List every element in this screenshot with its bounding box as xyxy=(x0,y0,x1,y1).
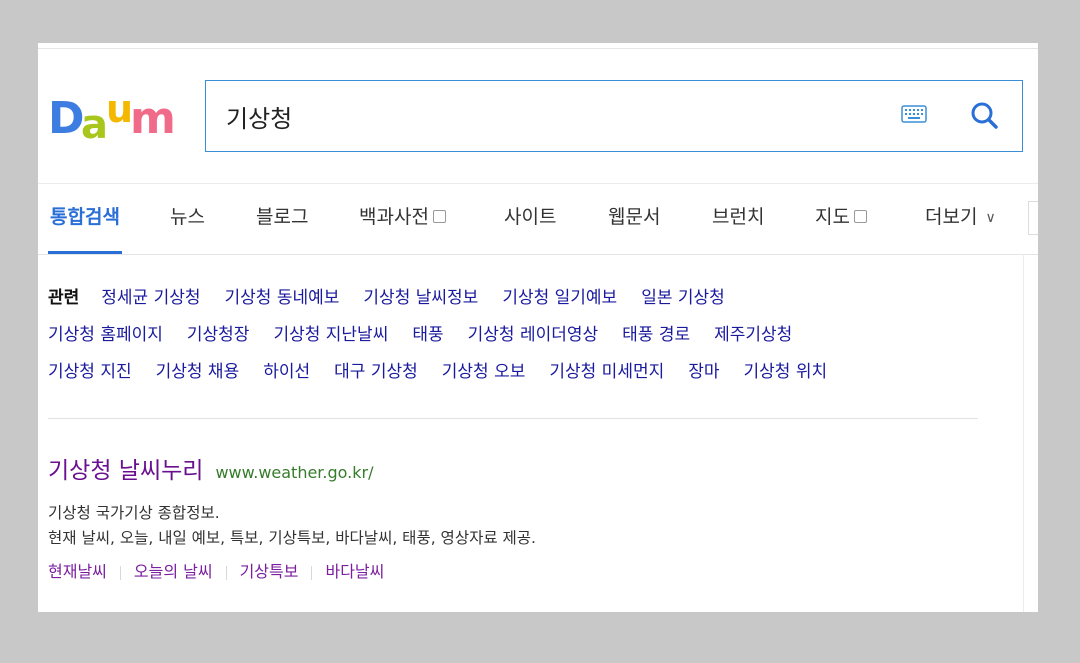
related-label: 관련 xyxy=(48,288,80,308)
tab-encyclopedia[interactable]: 백과사전 xyxy=(359,184,446,253)
tab-label: 백과사전 xyxy=(359,206,429,228)
tab-label: 통합검색 xyxy=(50,206,120,228)
result-sublinks: 현재날씨 오늘의 날씨 기상특보 바다날씨 xyxy=(48,558,948,582)
related-link[interactable]: 하이선 xyxy=(263,362,310,382)
checkbox-icon xyxy=(432,209,446,223)
related-link[interactable]: 기상청장 xyxy=(187,325,250,345)
logo-letter-m: m xyxy=(130,93,176,144)
tab-brunch[interactable]: 브런치 xyxy=(712,184,764,253)
checkbox-icon xyxy=(853,209,867,223)
related-link[interactable]: 기상청 지난날씨 xyxy=(273,325,388,345)
search-result: 기상청 날씨누리 www.weather.go.kr/ 기상청 국가기상 종합정보… xyxy=(48,451,948,582)
search-tabs: 통합검색 뉴스 블로그 백과사전 사이트 웹문서 브런치 지도 더보기 ∨ xyxy=(38,183,1038,255)
related-link[interactable]: 기상청 오보 xyxy=(442,362,526,382)
tab-label: 더보기 xyxy=(925,206,978,228)
result-title-link[interactable]: 기상청 날씨누리 xyxy=(48,458,203,484)
result-desc-line: 현재 날씨, 오늘, 내일 예보, 특보, 기상특보, 바다날씨, 태풍, 영상… xyxy=(48,529,536,547)
tab-label: 뉴스 xyxy=(170,206,205,228)
related-link[interactable]: 기상청 위치 xyxy=(744,362,828,382)
related-link[interactable]: 기상청 홈페이지 xyxy=(48,325,163,345)
tab-map[interactable]: 지도 xyxy=(815,184,867,253)
related-row: 기상청 홈페이지 기상청장 기상청 지난날씨 태풍 기상청 레이더영상 태풍 경로 제주기상… xyxy=(48,324,988,361)
tab-webdoc[interactable]: 웹문서 xyxy=(608,184,660,253)
sublink-marine-weather[interactable]: 바다날씨 xyxy=(325,562,384,581)
related-link[interactable]: 기상청 채용 xyxy=(156,362,240,382)
sublink-separator xyxy=(119,565,121,580)
tab-label: 블로그 xyxy=(256,206,309,228)
top-rule xyxy=(38,48,1038,49)
related-row: 관련 정세균 기상청 기상청 동네예보 기상청 날씨정보 기상청 일기예보 일본 기상청 xyxy=(48,287,988,324)
tab-label: 브런치 xyxy=(712,206,765,228)
related-link[interactable]: 정세균 기상청 xyxy=(101,288,200,308)
related-link[interactable]: 기상청 지진 xyxy=(48,362,132,382)
sublink-weather-alert[interactable]: 기상특보 xyxy=(240,562,299,581)
sublink-today-weather[interactable]: 오늘의 날씨 xyxy=(134,562,213,581)
related-link[interactable]: 기상청 미세먼지 xyxy=(549,362,664,382)
related-link[interactable]: 태풍 xyxy=(412,325,443,345)
tab-site[interactable]: 사이트 xyxy=(504,184,556,253)
related-searches: 관련 정세균 기상청 기상청 동네예보 기상청 날씨정보 기상청 일기예보 일본 기상청 … xyxy=(48,287,988,398)
related-row: 기상청 지진 기상청 채용 하이선 대구 기상청 기상청 오보 기상청 미세먼지 장마 기상청… xyxy=(48,361,988,398)
result-description: 기상청 국가기상 종합정보. 현재 날씨, 오늘, 내일 예보, 특보, 기상특… xyxy=(48,501,948,551)
search-page: D a u m 통합검색 뉴스 블로그 백 xyxy=(38,43,1038,612)
related-link[interactable]: 기상청 동네예보 xyxy=(225,288,340,308)
keyboard-icon[interactable] xyxy=(901,105,927,127)
related-link[interactable]: 태풍 경로 xyxy=(622,325,690,345)
tab-integrated[interactable]: 통합검색 xyxy=(48,184,122,254)
tab-label: 사이트 xyxy=(504,206,557,228)
content-right-rule xyxy=(1023,254,1024,612)
result-desc-line: 기상청 국가기상 종합정보. xyxy=(48,504,220,522)
search-box xyxy=(205,80,1023,152)
tab-label: 웹문서 xyxy=(608,206,661,228)
search-icon xyxy=(971,102,998,129)
related-link[interactable]: 기상청 일기예보 xyxy=(502,288,617,308)
result-url-link[interactable]: www.weather.go.kr/ xyxy=(215,463,373,482)
related-link[interactable]: 장마 xyxy=(688,362,719,382)
chevron-down-icon: ∨ xyxy=(985,209,996,226)
logo-letter-d: D xyxy=(48,93,85,144)
sublink-separator xyxy=(311,565,313,580)
search-button[interactable] xyxy=(966,97,1004,135)
tabs-overflow-edge xyxy=(1028,201,1038,235)
result-header: 기상청 날씨누리 www.weather.go.kr/ xyxy=(48,451,948,485)
related-link[interactable]: 기상청 레이더영상 xyxy=(468,325,599,345)
sublink-current-weather[interactable]: 현재날씨 xyxy=(48,562,107,581)
search-input[interactable] xyxy=(226,81,876,151)
tab-label: 지도 xyxy=(815,206,850,228)
tab-news[interactable]: 뉴스 xyxy=(170,184,205,253)
tab-blog[interactable]: 블로그 xyxy=(256,184,308,253)
related-link[interactable]: 대구 기상청 xyxy=(334,362,418,382)
related-link[interactable]: 일본 기상청 xyxy=(641,288,725,308)
logo-letter-a: a xyxy=(81,102,108,148)
related-link[interactable]: 기상청 날씨정보 xyxy=(363,288,478,308)
sublink-separator xyxy=(225,565,227,580)
logo-letter-u: u xyxy=(106,87,134,131)
section-divider xyxy=(48,418,978,419)
related-link[interactable]: 제주기상청 xyxy=(714,325,792,345)
tab-more[interactable]: 더보기 ∨ xyxy=(925,184,996,253)
